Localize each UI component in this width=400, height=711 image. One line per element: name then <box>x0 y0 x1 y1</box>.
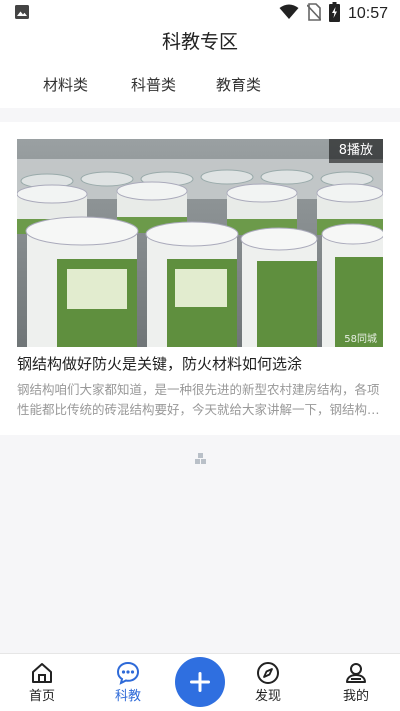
nav-mine[interactable]: 我的 <box>326 654 386 711</box>
article-description: 钢结构咱们大家都知道，是一种很先进的新型农村建房结构，各项性能都比传统的砖混结构… <box>17 382 380 417</box>
header: 科教专区 材料类 科普类 教育类 <box>0 28 400 108</box>
paint-buckets-image <box>17 139 383 347</box>
tab-education[interactable]: 教育类 <box>216 68 261 102</box>
nav-science[interactable]: 科教 <box>98 654 158 711</box>
status-bar: 10:57 <box>0 0 400 28</box>
wifi-icon <box>279 4 299 24</box>
chat-icon <box>116 661 140 685</box>
add-button[interactable] <box>175 657 225 707</box>
user-icon <box>344 661 368 685</box>
home-icon <box>30 661 54 685</box>
tab-materials[interactable]: 材料类 <box>43 68 88 102</box>
play-count-badge: 8播放 <box>328 139 383 163</box>
bottom-nav: 首页 科教 发现 我的 <box>0 653 400 711</box>
nav-mine-label: 我的 <box>342 689 369 704</box>
image-icon <box>14 4 30 24</box>
plus-icon <box>190 672 210 692</box>
status-time: 10:57 <box>347 5 388 22</box>
page-title: 科教专区 <box>161 31 238 53</box>
tab-popular-science[interactable]: 科普类 <box>131 68 176 102</box>
nav-home[interactable]: 首页 <box>12 654 72 711</box>
category-tabs: 材料类 科普类 教育类 <box>0 68 400 102</box>
image-watermark: 58同城 <box>344 334 377 345</box>
loading-icon <box>194 450 208 464</box>
nav-discover[interactable]: 发现 <box>238 654 298 711</box>
article-card[interactable]: 8播放 58同城 钢结构做好防火是关键，防火材料如何选涂 钢结构咱们大家都知道，… <box>0 122 400 435</box>
nav-discover-label: 发现 <box>254 689 281 704</box>
article-title[interactable]: 钢结构做好防火是关键，防火材料如何选涂 <box>17 352 383 376</box>
article-thumbnail[interactable]: 8播放 58同城 <box>17 139 383 347</box>
nav-home-label: 首页 <box>28 689 55 704</box>
battery-charging-icon <box>328 2 340 26</box>
no-sim-icon <box>306 3 322 25</box>
nav-science-label: 科教 <box>114 689 141 704</box>
compass-icon <box>256 661 280 685</box>
